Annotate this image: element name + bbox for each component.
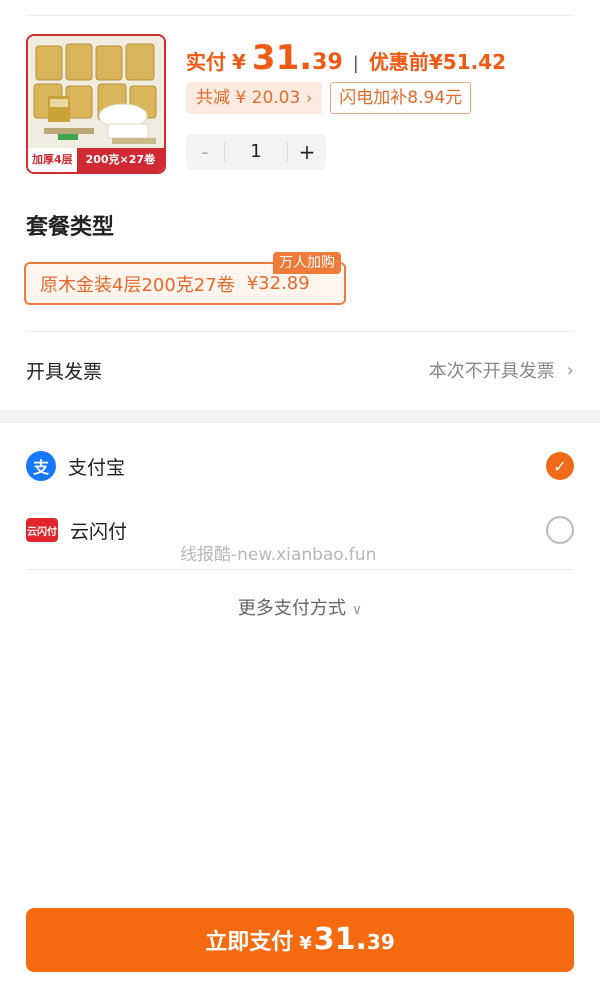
- chevron-right-icon: ›: [566, 359, 574, 381]
- chevron-right-icon: ›: [306, 89, 313, 107]
- package-popular-badge: 万人加购: [273, 252, 341, 274]
- invoice-label: 开具发票: [26, 360, 103, 383]
- quantity-value[interactable]: 1: [224, 142, 288, 162]
- more-payment-methods[interactable]: 更多支付方式 ∨: [0, 594, 600, 620]
- currency-symbol: ¥: [232, 50, 246, 74]
- quantity-stepper: - 1 +: [186, 134, 326, 170]
- invoice-value: 本次不开具发票: [428, 361, 555, 382]
- top-divider: [26, 15, 574, 16]
- payment-option-alipay[interactable]: 支 支付宝 ✓: [26, 446, 574, 486]
- original-price: ¥51.42: [428, 50, 507, 74]
- actual-price-dec: 39: [312, 50, 343, 75]
- subsidy-tag: 闪电加补8.94元: [330, 82, 472, 114]
- payment-name: 支付宝: [68, 456, 126, 479]
- section-gap: [0, 410, 600, 423]
- package-option-label: 原木金装4层200克27卷: [40, 274, 235, 296]
- unionpay-icon: 云闪付: [26, 518, 58, 542]
- package-type-title: 套餐类型: [26, 215, 115, 240]
- total-reduce-tag[interactable]: 共减 ¥ 20.03 ›: [186, 82, 323, 114]
- product-card: 加厚4层 200克×27卷 实付 ¥ 31. 39 | 优惠前 ¥51.42 共…: [26, 34, 574, 176]
- discount-tags: 共减 ¥ 20.03 › 闪电加补8.94元: [186, 82, 472, 114]
- actual-pay-label: 实付: [186, 50, 226, 74]
- divider: [26, 569, 574, 570]
- chevron-down-icon: ∨: [351, 602, 363, 618]
- pay-price-int: 31.: [313, 922, 367, 957]
- thumb-badge-right: 200克×27卷: [76, 148, 164, 172]
- price-line: 实付 ¥ 31. 39 | 优惠前 ¥51.42: [186, 38, 506, 78]
- radio-checked-icon[interactable]: ✓: [546, 452, 574, 480]
- pay-now-button[interactable]: 立即支付 ¥ 31. 39: [26, 908, 574, 972]
- thumb-badge-left: 加厚4层: [28, 148, 77, 172]
- product-thumbnail[interactable]: 加厚4层 200克×27卷: [26, 34, 166, 174]
- pay-price-dec: 39: [366, 930, 395, 954]
- watermark: 线报酷-new.xianbao.fun: [180, 545, 377, 565]
- radio-unchecked-icon[interactable]: [546, 516, 574, 544]
- payment-name: 云闪付: [70, 520, 128, 543]
- alipay-icon: 支: [26, 451, 56, 481]
- pay-now-label: 立即支付: [205, 930, 294, 955]
- invoice-row[interactable]: 开具发票 本次不开具发票 ›: [26, 350, 574, 390]
- increase-button[interactable]: +: [288, 140, 326, 164]
- price-separator: |: [352, 53, 359, 74]
- original-price-label: 优惠前: [368, 50, 429, 74]
- thumb-badge: 加厚4层 200克×27卷: [28, 148, 164, 172]
- invoice-value-wrap: 本次不开具发票 ›: [429, 357, 574, 383]
- decrease-button[interactable]: -: [186, 140, 224, 164]
- total-reduce-text: 共减 ¥ 20.03: [196, 88, 301, 108]
- package-option-price: ¥32.89: [246, 273, 310, 294]
- pay-currency: ¥: [299, 933, 312, 954]
- actual-price-int: 31.: [251, 38, 313, 78]
- divider: [26, 331, 574, 332]
- more-payment-text: 更多支付方式: [237, 598, 346, 619]
